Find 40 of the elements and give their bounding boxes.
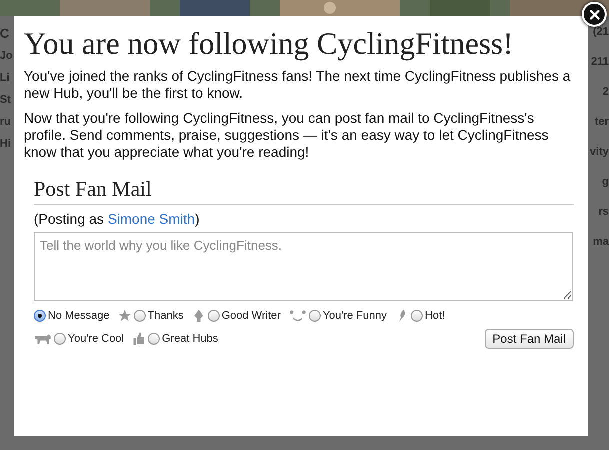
dialog-title: You are now following CyclingFitness! — [24, 26, 514, 62]
option-label: Thanks — [148, 310, 184, 322]
radio-button[interactable] — [134, 310, 146, 322]
paragraph: You've joined the ranks of CyclingFitness fans! The next time CyclingFitness publishes a new Hub, you'll be the first to know. — [24, 68, 572, 102]
page-text: 2 — [602, 86, 609, 98]
radio-button[interactable] — [54, 333, 66, 345]
section-title: Post Fan Mail — [34, 177, 574, 205]
option-label: You're Funny — [322, 310, 388, 322]
post-fan-mail-button[interactable]: Post Fan Mail — [484, 329, 574, 349]
bear-icon — [34, 332, 52, 346]
page-text: vity — [590, 146, 609, 158]
page-text: g — [602, 176, 609, 188]
page-text: ma — [593, 236, 609, 248]
page-text: ter — [594, 116, 609, 128]
radio-button[interactable] — [148, 333, 160, 345]
message-field[interactable]: Tell the world why you like CyclingFitness. — [34, 232, 573, 301]
radio-button[interactable] — [411, 310, 424, 322]
page-text: Jo — [0, 50, 14, 62]
page-text: Li — [0, 72, 11, 84]
option-label: You're Cool — [68, 333, 124, 345]
paragraph: Now that you're following CyclingFitness, you can post fan mail to CyclingFitness's profile. Send comments, praise, suggestions — it's an easy way to let CyclingFitness know that you appreciate what you're reading! — [24, 110, 550, 161]
star-icon — [118, 309, 132, 323]
radio-button[interactable] — [208, 310, 220, 322]
posting-as-text: (Posting as Simone Smith) — [34, 211, 201, 227]
option-label: Good Writer — [222, 310, 281, 322]
radio-button[interactable] — [308, 310, 321, 322]
thumbs-up-icon — [132, 332, 146, 346]
radio-button[interactable] — [34, 310, 46, 322]
option-label: Hot! — [425, 310, 446, 322]
page-text: Hi — [0, 138, 12, 150]
page-text: ru — [0, 116, 12, 128]
option-label: Great Hubs — [162, 333, 218, 345]
user-link[interactable]: Simone Smith — [108, 211, 196, 227]
page-text: 211 — [591, 56, 609, 68]
page-text: (21 — [593, 26, 609, 38]
smiley-icon — [288, 309, 307, 323]
option-label: No Message — [48, 310, 110, 322]
page-text: rs — [598, 206, 609, 218]
page-text: C — [0, 28, 10, 40]
page-text: St — [0, 94, 12, 106]
